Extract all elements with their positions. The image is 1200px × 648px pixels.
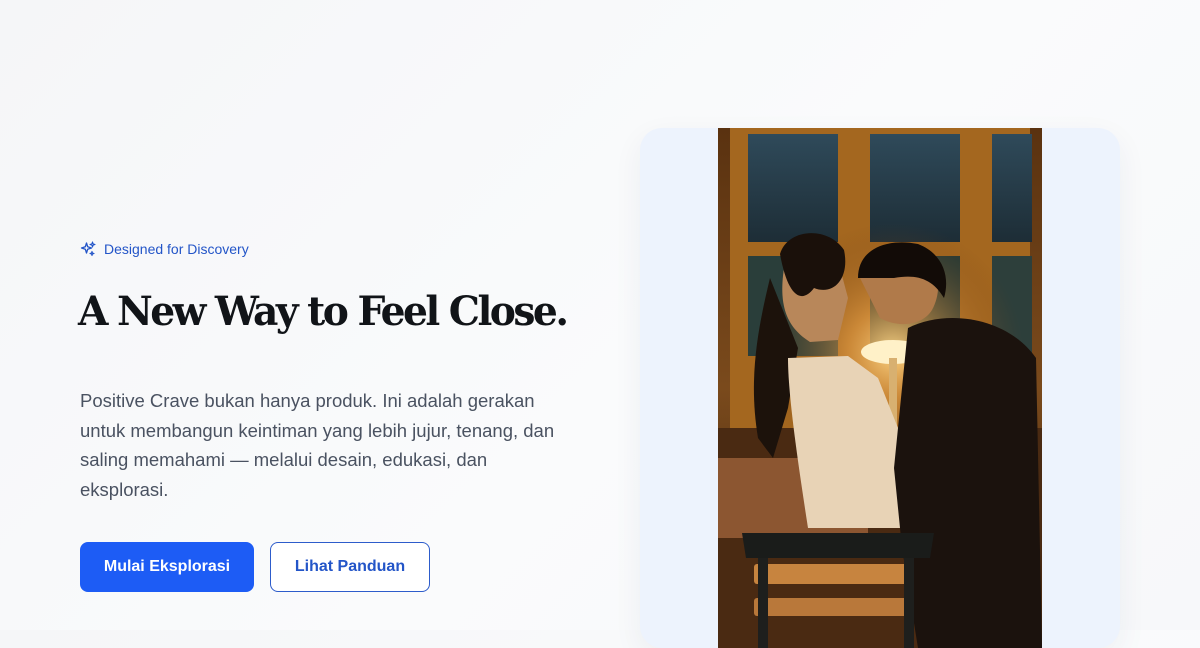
hero-photo: [718, 128, 1042, 648]
eyebrow: Designed for Discovery: [80, 241, 249, 257]
hero-headline: A New Way to Feel Close.: [78, 288, 569, 335]
eyebrow-label: Designed for Discovery: [104, 241, 249, 257]
hero-section: Designed for Discovery A New Way to Feel…: [78, 0, 600, 630]
sparkle-icon: [80, 241, 96, 257]
view-guide-button[interactable]: Lihat Panduan: [270, 542, 430, 592]
hero-media-card: [640, 128, 1120, 648]
start-exploring-label: Mulai Eksplorasi: [103, 558, 231, 575]
hero-description: Positive Crave bukan hanya produk. Ini a…: [80, 390, 555, 500]
start-exploring-button[interactable]: Mulai Eksplorasi: [80, 542, 254, 592]
view-guide-label: Lihat Panduan: [294, 558, 406, 575]
